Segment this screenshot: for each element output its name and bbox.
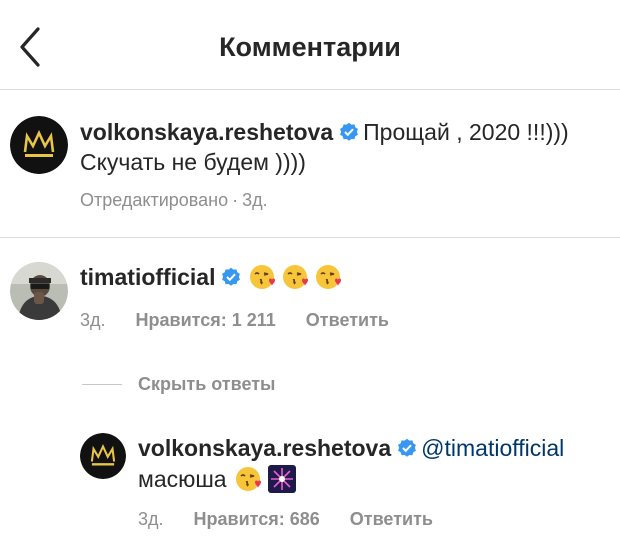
divider-line [82,383,122,385]
post-caption: volkonskaya.reshetova Прощай , 2020 !!!))… [0,90,620,238]
comment-time: 3д. [80,310,106,330]
reply-button[interactable]: Ответить [306,310,389,330]
crown-logo-icon [10,116,68,174]
hide-replies-label: Скрыть ответы [138,373,276,394]
reply-likes[interactable]: Нравится: 686 [194,509,320,529]
avatar[interactable] [10,116,68,174]
face-blowing-kiss-icon [282,263,310,291]
crown-logo-icon [80,433,126,479]
hide-replies-button[interactable]: Скрыть ответы [82,372,275,396]
comment-likes[interactable]: Нравится: 1 211 [136,310,276,330]
meta-separator: · [232,190,239,210]
verified-badge-icon [221,264,241,294]
header-bar: Комментарии [0,0,620,90]
firework-sparkle-icon [267,465,296,493]
face-blowing-kiss-icon [315,263,343,291]
face-blowing-kiss-icon [249,263,277,291]
profile-photo-icon [10,262,68,320]
reply-meta: 3д. Нравится: 686 Ответить [138,509,463,530]
caption-meta: Отредактировано · 3д. [80,190,298,211]
reply-text-line2: масюша [138,464,301,494]
verified-badge-icon [397,435,417,465]
face-blowing-kiss-icon [235,465,263,493]
reply-reply-button[interactable]: Ответить [350,509,433,529]
mention-link[interactable]: @timatiofficial [421,435,564,461]
comment-meta: 3д. Нравится: 1 211 Ответить [80,310,419,331]
edited-label: Отредактировано [80,190,229,210]
caption-username[interactable]: volkonskaya.reshetova [80,119,333,145]
reply-username[interactable]: volkonskaya.reshetova [138,435,391,461]
caption-text: volkonskaya.reshetova Прощай , 2020 !!!))… [80,117,569,149]
avatar[interactable] [80,433,126,479]
caption-time: 3д. [242,190,268,210]
verified-badge-icon [339,119,359,149]
reply-text: volkonskaya.reshetova @timatiofficial [138,433,564,465]
reply-time: 3д. [138,509,164,529]
comment-text: timatiofficial [80,262,348,294]
caption-text-line2: Скучать не будем )))) [80,149,306,175]
reply-message: масюша [138,466,227,492]
comment-username[interactable]: timatiofficial [80,264,215,290]
caption-text-line1: Прощай , 2020 !!!))) [363,119,569,145]
page-title: Комментарии [219,32,401,62]
avatar[interactable] [10,262,68,320]
